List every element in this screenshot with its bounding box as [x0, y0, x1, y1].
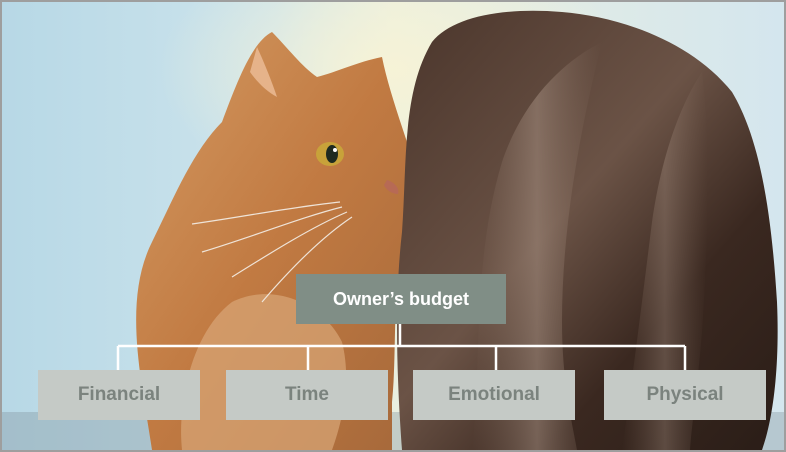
child-node-emotional: Emotional — [413, 370, 575, 420]
child-node-label: Physical — [646, 384, 724, 405]
child-node-time: Time — [226, 370, 388, 420]
root-node-label: Owner’s budget — [332, 288, 469, 309]
slide-frame: Owner’s budget Financial Time Emotional … — [0, 0, 786, 452]
child-node-label: Time — [284, 384, 329, 405]
child-node-label: Emotional — [448, 384, 540, 405]
child-node-financial: Financial — [38, 370, 200, 420]
child-node-physical: Physical — [604, 370, 766, 420]
root-node-owners-budget: Owner’s budget — [296, 274, 506, 324]
child-node-label: Financial — [77, 384, 161, 405]
